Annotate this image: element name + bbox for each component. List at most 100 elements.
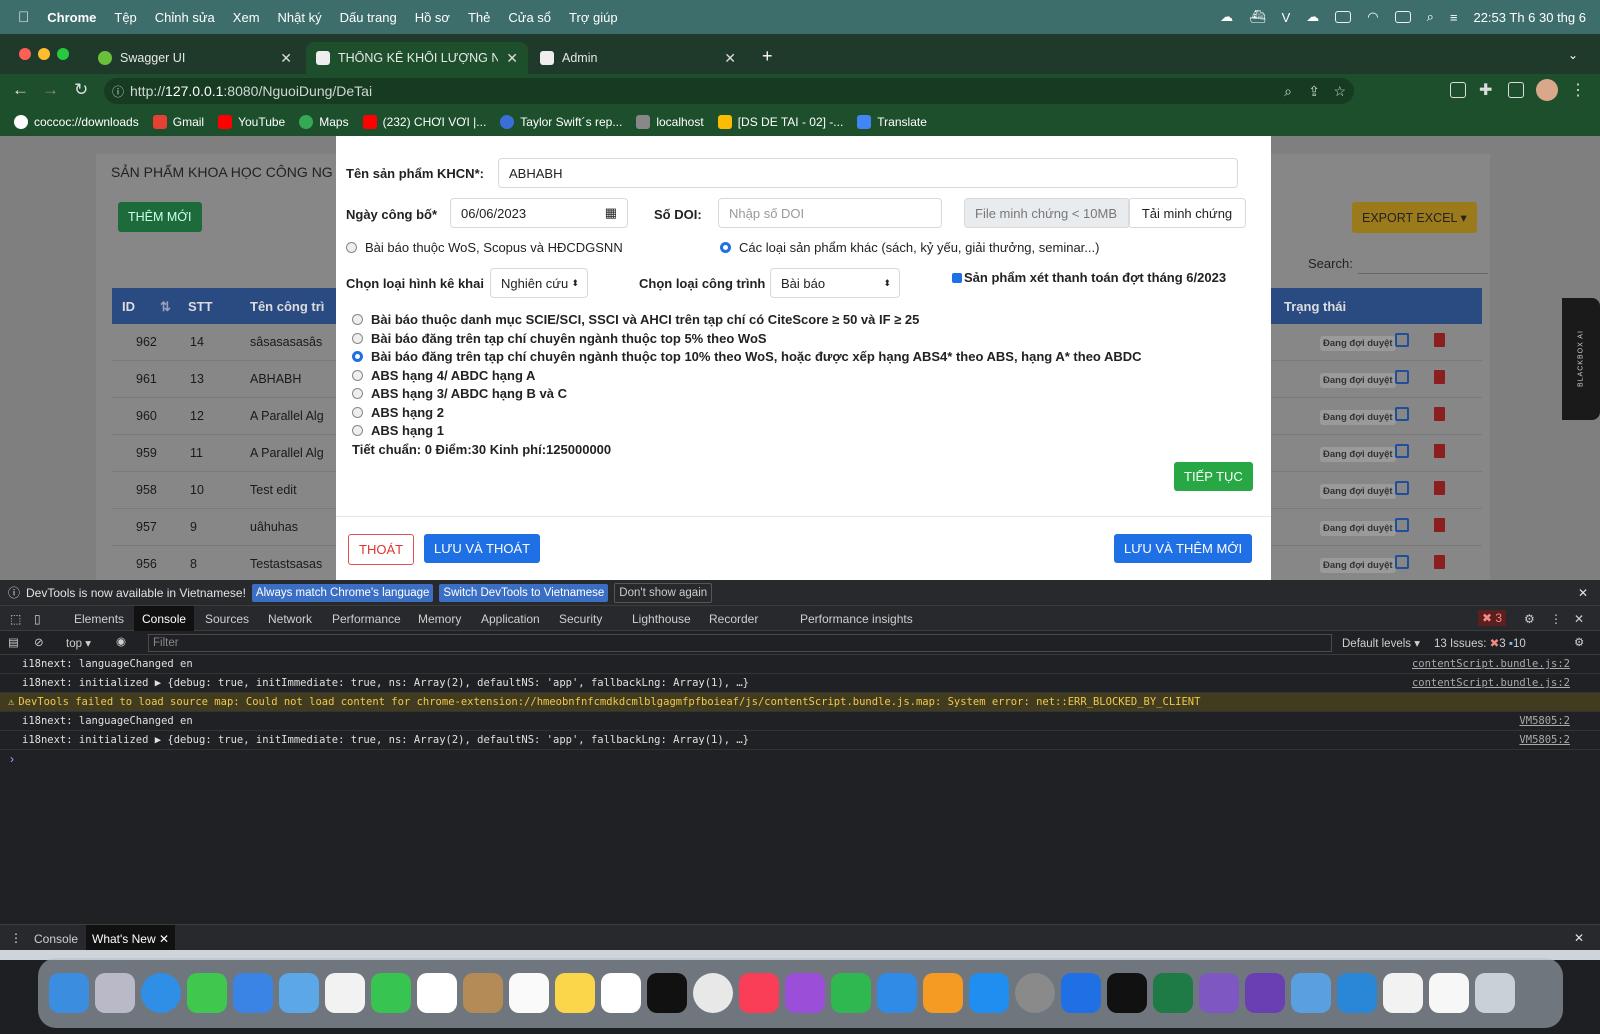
type-option-wos[interactable]: Bài báo thuộc WoS, Scopus và HĐCDGSNN bbox=[346, 240, 623, 255]
column-stt[interactable]: STT bbox=[188, 299, 213, 314]
messages-icon[interactable] bbox=[187, 973, 227, 1013]
radio-icon[interactable] bbox=[352, 333, 363, 344]
bookmark-youtube[interactable]: YouTube bbox=[218, 115, 285, 129]
continue-button[interactable]: TIẾP TỤC bbox=[1174, 462, 1253, 491]
column-status[interactable]: Trạng thái bbox=[1284, 299, 1346, 314]
delete-icon[interactable] bbox=[1434, 518, 1445, 532]
delete-icon[interactable] bbox=[1434, 333, 1445, 347]
close-tab-icon[interactable]: ✕ bbox=[724, 50, 736, 67]
zoom-window-icon[interactable] bbox=[57, 48, 69, 60]
extensions-icon[interactable]: ✚ bbox=[1479, 80, 1492, 100]
date-input[interactable]: 06/06/2023 ▦ bbox=[450, 198, 628, 228]
visual-studio-preview-icon[interactable] bbox=[1245, 973, 1285, 1013]
menu-item-bookmarks[interactable]: Dấu trang bbox=[340, 10, 397, 25]
tab-security[interactable]: Security bbox=[559, 612, 602, 626]
log-source-link[interactable]: VM5805:2 bbox=[1519, 734, 1570, 746]
log-text[interactable]: i18next: initialized ▶ {debug: true, ini… bbox=[22, 734, 749, 746]
export-excel-button[interactable]: EXPORT EXCEL ▾ bbox=[1352, 202, 1477, 233]
category-option[interactable]: Bài báo thuộc danh mục SCIE/SCI, SSCI và… bbox=[352, 312, 919, 327]
save-exit-button[interactable]: LƯU VÀ THOÁT bbox=[424, 534, 541, 563]
add-new-button[interactable]: THÊM MỚI bbox=[118, 202, 202, 232]
column-name[interactable]: Tên công trì bbox=[250, 299, 324, 314]
visual-studio-icon[interactable] bbox=[1199, 973, 1239, 1013]
facetime-icon[interactable] bbox=[371, 973, 411, 1013]
azure-data-studio-icon[interactable] bbox=[1291, 973, 1331, 1013]
contacts-icon[interactable] bbox=[463, 973, 503, 1013]
reminders-icon[interactable] bbox=[509, 973, 549, 1013]
address-bar[interactable]: ⓘ http://127.0.0.1:8080/NguoiDung/DeTai … bbox=[104, 78, 1354, 104]
issues-button[interactable]: 13 Issues: ✖3 ▪10 bbox=[1434, 636, 1526, 650]
activity-monitor-icon[interactable] bbox=[1107, 973, 1147, 1013]
podcasts-icon[interactable] bbox=[785, 973, 825, 1013]
edit-icon[interactable] bbox=[1395, 555, 1409, 569]
menu-item-edit[interactable]: Chỉnh sửa bbox=[155, 10, 215, 25]
notes-icon[interactable] bbox=[555, 973, 595, 1013]
more-options-icon[interactable]: ⋮ bbox=[1550, 612, 1562, 626]
eye-icon[interactable]: ◉ bbox=[116, 634, 126, 648]
tab-console[interactable]: Console bbox=[134, 606, 195, 631]
menu-item-view[interactable]: Xem bbox=[233, 10, 260, 25]
close-devtools-icon[interactable]: ✕ bbox=[1574, 612, 1584, 626]
category-option[interactable]: Bài báo đăng trên tạp chí chuyên ngành t… bbox=[352, 349, 1142, 364]
menu-item-help[interactable]: Trợ giúp bbox=[569, 10, 618, 25]
close-tab-icon[interactable]: ✕ bbox=[159, 932, 169, 946]
bookmark-localhost[interactable]: localhost bbox=[636, 115, 704, 129]
minimize-window-icon[interactable] bbox=[38, 48, 50, 60]
keynote-icon[interactable] bbox=[877, 973, 917, 1013]
close-tab-icon[interactable]: ✕ bbox=[280, 50, 292, 67]
drawer-tab-console[interactable]: Console bbox=[34, 932, 78, 946]
maps-icon[interactable] bbox=[279, 973, 319, 1013]
edit-icon[interactable] bbox=[1395, 444, 1409, 458]
checkbox-checked-icon[interactable] bbox=[952, 272, 962, 283]
tab-thong-ke[interactable]: THỐNG KÊ KHỐI LƯỢNG NCK ✕ bbox=[306, 42, 528, 74]
bookmark-ds-de-tai[interactable]: [DS DE TAI - 02] -... bbox=[717, 115, 843, 129]
dont-show-again-button[interactable]: Don't show again bbox=[614, 582, 713, 603]
match-language-button[interactable]: Always match Chrome's language bbox=[251, 583, 434, 602]
calendar-icon[interactable]: ▦ bbox=[605, 205, 617, 221]
calendar-icon[interactable] bbox=[417, 973, 457, 1013]
zoom-icon[interactable]: ⌕ bbox=[1284, 83, 1292, 100]
drawer-tab-whats-new[interactable]: What's New ✕ bbox=[86, 925, 176, 951]
exit-button[interactable]: THOÁT bbox=[348, 534, 415, 565]
log-source-link[interactable]: VM5805:2 bbox=[1519, 715, 1570, 727]
bookmark-translate[interactable]: Translate bbox=[857, 115, 927, 129]
vscode-icon[interactable] bbox=[1337, 973, 1377, 1013]
more-menu-icon[interactable]: ⋮ bbox=[1570, 80, 1586, 100]
bookmark-gmail[interactable]: Gmail bbox=[152, 115, 204, 129]
edit-icon[interactable] bbox=[1395, 407, 1409, 421]
menu-app-name[interactable]: Chrome bbox=[47, 10, 96, 25]
excel-icon[interactable] bbox=[1153, 973, 1193, 1013]
tab-application[interactable]: Application bbox=[481, 612, 540, 626]
tab-elements[interactable]: Elements bbox=[74, 612, 124, 626]
textedit-icon[interactable] bbox=[1383, 973, 1423, 1013]
tab-memory[interactable]: Memory bbox=[418, 612, 461, 626]
finder-icon[interactable] bbox=[49, 973, 89, 1013]
screenshot-icon[interactable] bbox=[1450, 82, 1466, 98]
sidebar-toggle-icon[interactable]: ▤ bbox=[8, 635, 19, 649]
edit-icon[interactable] bbox=[1395, 370, 1409, 384]
edit-icon[interactable] bbox=[1395, 481, 1409, 495]
cloud-sync-icon[interactable]: ☁ bbox=[1306, 9, 1319, 25]
bookmark-choi-voi[interactable]: (232) CHƠI VƠI |... bbox=[362, 115, 486, 129]
device-toolbar-icon[interactable]: ▯ bbox=[34, 612, 41, 626]
tab-performance[interactable]: Performance bbox=[332, 612, 401, 626]
close-tab-icon[interactable]: ✕ bbox=[506, 50, 518, 67]
bookmark-maps[interactable]: Maps bbox=[299, 115, 349, 129]
tab-recorder[interactable]: Recorder bbox=[709, 612, 758, 626]
tab-network[interactable]: Network bbox=[268, 612, 312, 626]
category-option[interactable]: ABS hạng 4/ ABDC hạng A bbox=[352, 368, 535, 383]
app-store-icon[interactable] bbox=[969, 973, 1009, 1013]
photos-icon[interactable] bbox=[325, 973, 365, 1013]
chrome-icon[interactable] bbox=[693, 973, 733, 1013]
tab-admin[interactable]: Admin ✕ bbox=[530, 42, 746, 74]
radio-icon[interactable] bbox=[352, 314, 363, 325]
zalo-icon[interactable] bbox=[1061, 973, 1101, 1013]
switch-vietnamese-button[interactable]: Switch DevTools to Vietnamese bbox=[439, 583, 609, 602]
menu-item-window[interactable]: Cửa sổ bbox=[508, 10, 551, 25]
avatar[interactable] bbox=[1536, 79, 1558, 101]
menu-item-history[interactable]: Nhật ký bbox=[278, 10, 322, 25]
blackbox-ai-widget[interactable]: BLACKBOX AI bbox=[1562, 298, 1600, 420]
star-icon[interactable]: ☆ bbox=[1333, 83, 1346, 100]
menu-item-profiles[interactable]: Hồ sơ bbox=[415, 10, 450, 25]
console-settings-icon[interactable]: ⚙ bbox=[1574, 635, 1584, 649]
